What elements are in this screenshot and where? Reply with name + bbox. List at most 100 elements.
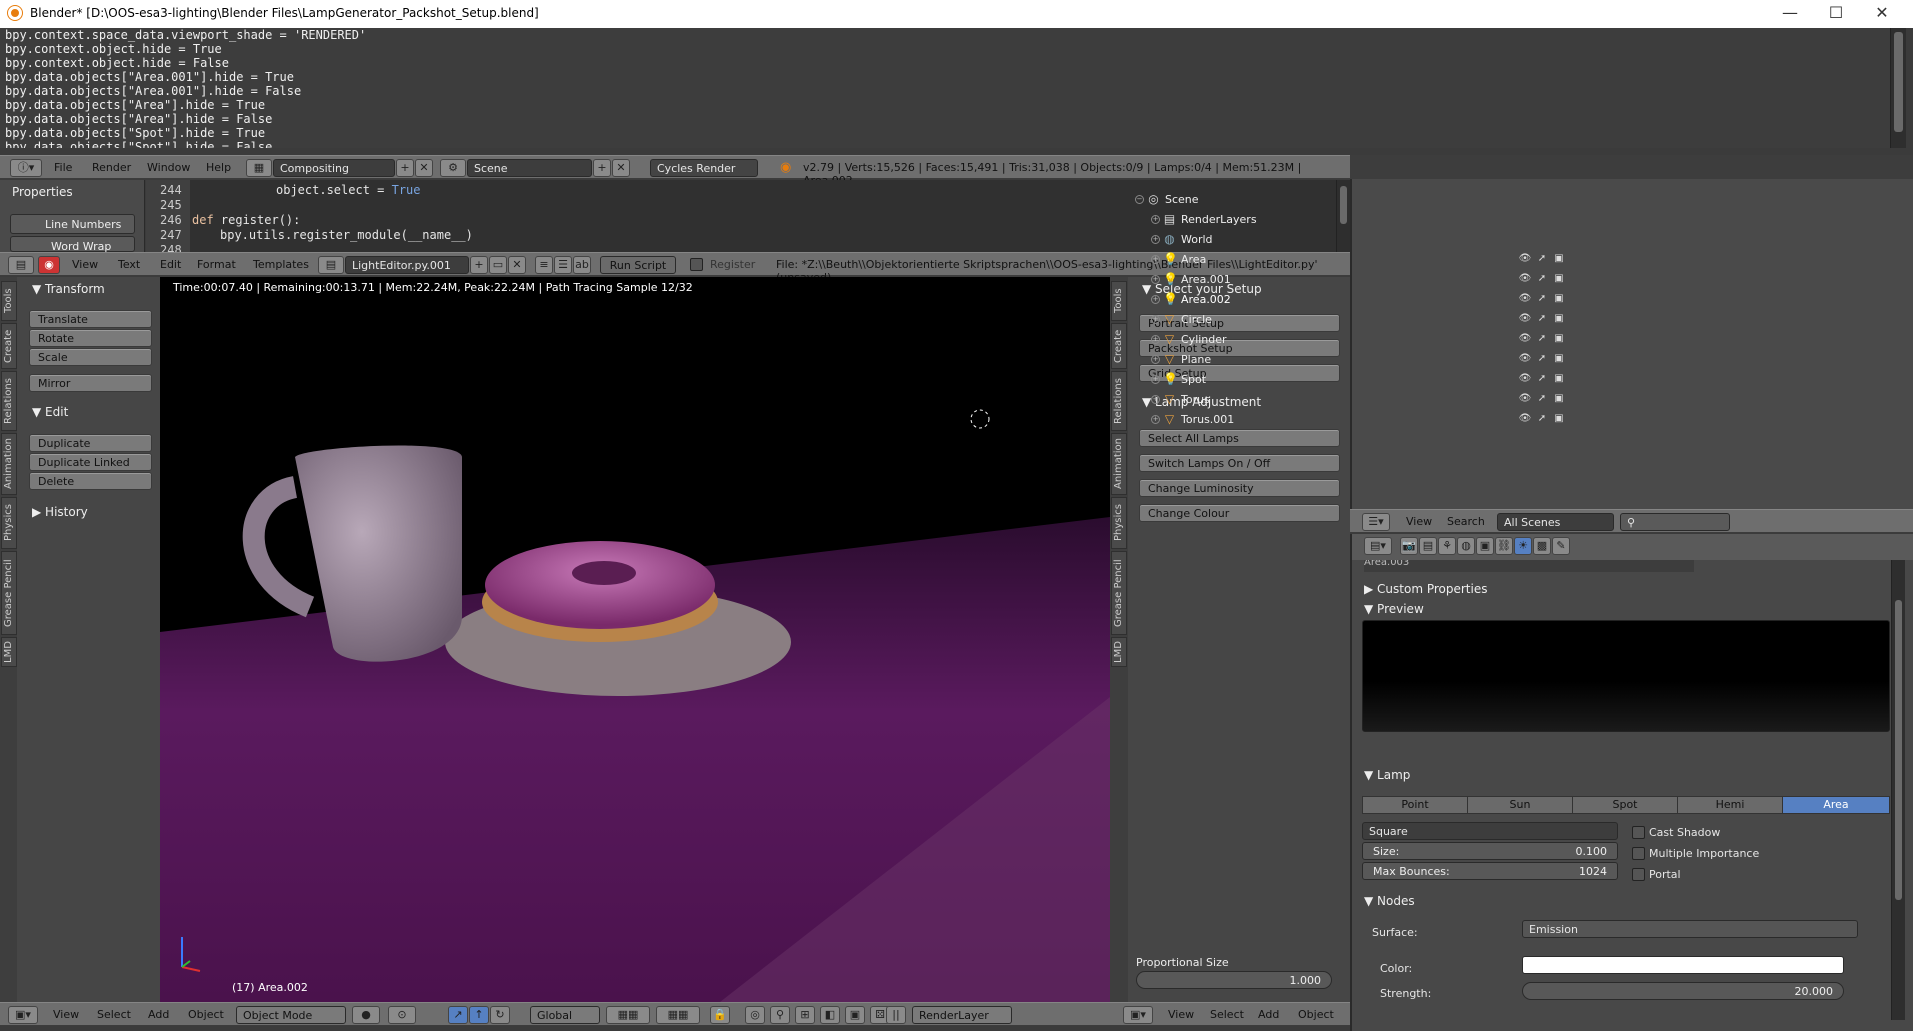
transform-panel-title[interactable]: ▼ Transform <box>32 282 105 296</box>
scale-button[interactable]: Scale <box>29 348 152 366</box>
tab-physics[interactable]: Physics <box>1 497 17 549</box>
outliner-item-area-002[interactable]: + 💡 Area.002 👁 ➚ ▣ <box>1135 290 1913 310</box>
texture-tab-icon[interactable]: ▩ <box>1533 537 1551 555</box>
menu-object[interactable]: Object <box>188 1008 224 1021</box>
scene-tab-icon[interactable]: ⚘ <box>1438 537 1456 555</box>
change-luminosity-button[interactable]: Change Luminosity <box>1139 479 1340 497</box>
mirror-button[interactable]: Mirror <box>29 374 152 392</box>
switch-lamps-button[interactable]: Switch Lamps On / Off <box>1139 454 1340 472</box>
menu-window[interactable]: Window <box>147 161 190 174</box>
menu-format[interactable]: Format <box>197 258 236 271</box>
cursor-icon[interactable]: ➚ <box>1535 413 1549 427</box>
line-numbers-toggle[interactable]: Line Numbers <box>10 214 135 234</box>
expand-icon[interactable]: + <box>1151 275 1160 284</box>
expand-icon[interactable]: + <box>1151 355 1160 364</box>
menu-view[interactable]: View <box>72 258 98 271</box>
delete-button[interactable]: Delete <box>29 472 152 490</box>
cursor-icon[interactable]: ➚ <box>1535 333 1549 347</box>
preview-title[interactable]: ▼ Preview <box>1364 602 1424 616</box>
camera-icon[interactable]: ▣ <box>1552 393 1566 407</box>
area-shape-select[interactable]: Square <box>1362 822 1618 840</box>
layers-tab-icon[interactable]: ▤ <box>1419 537 1437 555</box>
search-input[interactable]: ⚲ <box>1620 513 1730 531</box>
tab-grease-pencil[interactable]: Grease Pencil <box>1 551 17 635</box>
eye-icon[interactable]: 👁 <box>1518 293 1532 307</box>
tab-lmd[interactable]: LMD <box>1111 637 1127 667</box>
lock-icon[interactable]: 🔒 <box>710 1006 730 1024</box>
expand-icon[interactable]: + <box>1151 415 1160 424</box>
text-filename-field[interactable]: LightEditor.py.001 <box>345 256 469 274</box>
manipulator-icon[interactable]: ↗ <box>448 1006 468 1024</box>
menu-view[interactable]: View <box>1406 515 1432 528</box>
menu-edit[interactable]: Edit <box>160 258 181 271</box>
menu-select[interactable]: Select <box>97 1008 131 1021</box>
tab-relations[interactable]: Relations <box>1111 371 1127 431</box>
nodes-panel-title[interactable]: ▼ Nodes <box>1364 894 1415 908</box>
expand-icon[interactable]: + <box>1151 375 1160 384</box>
expand-icon[interactable]: + <box>1151 215 1160 224</box>
menu-select[interactable]: Select <box>1210 1008 1244 1021</box>
3d-cursor[interactable] <box>970 409 990 429</box>
render-engine-select[interactable]: Cycles Render <box>650 159 758 177</box>
expand-icon[interactable]: + <box>1151 335 1160 344</box>
cursor-icon[interactable]: ➚ <box>1535 253 1549 267</box>
tab-animation[interactable]: Animation <box>1111 433 1127 495</box>
change-colour-button[interactable]: Change Colour <box>1139 504 1340 522</box>
surface-shader-select[interactable]: Emission <box>1522 920 1858 938</box>
lamp-type-area[interactable]: Area <box>1782 796 1890 814</box>
add-text-icon[interactable]: + <box>470 256 488 274</box>
camera-icon[interactable]: ▣ <box>1552 373 1566 387</box>
lamp-panel-title[interactable]: ▼ Lamp <box>1364 768 1410 782</box>
editor-type-icon[interactable]: ▣▾ <box>1123 1006 1153 1024</box>
register-checkbox[interactable] <box>690 258 703 271</box>
maximize-button[interactable]: ☐ <box>1816 2 1856 26</box>
eye-icon[interactable]: 👁 <box>1518 313 1532 327</box>
tab-physics[interactable]: Physics <box>1111 497 1127 549</box>
layout-icon[interactable]: ▦ <box>246 159 272 177</box>
menu-search[interactable]: Search <box>1447 515 1485 528</box>
camera-icon[interactable]: ▣ <box>845 1006 865 1024</box>
screen-layout-field[interactable]: Compositing <box>273 159 395 177</box>
properties-scrollbar[interactable] <box>1891 560 1905 1020</box>
constraints-tab-icon[interactable]: ⛓ <box>1495 537 1513 555</box>
eye-icon[interactable]: 👁 <box>1518 273 1532 287</box>
eye-icon[interactable]: 👁 <box>1518 333 1532 347</box>
cursor-icon[interactable]: ➚ <box>1535 373 1549 387</box>
line-numbers-icon[interactable]: ≡ <box>535 256 553 274</box>
tab-relations[interactable]: Relations <box>1 371 17 431</box>
remove-scene-icon[interactable]: ✕ <box>612 159 630 177</box>
syntax-icon[interactable]: ab <box>573 256 591 274</box>
camera-icon[interactable]: ▣ <box>1552 293 1566 307</box>
outliner-item-cylinder[interactable]: + ▽ Cylinder 👁 ➚ ▣ <box>1135 330 1913 350</box>
cast-shadow-checkbox[interactable] <box>1632 826 1645 839</box>
editor-type-icon[interactable]: ⓘ▾ <box>10 159 42 177</box>
menu-text[interactable]: Text <box>118 258 140 271</box>
layers-icon[interactable]: ▦▦ <box>606 1006 650 1024</box>
object-tab-icon[interactable]: ▣ <box>1476 537 1494 555</box>
tab-create[interactable]: Create <box>1111 323 1127 369</box>
outliner-item-world[interactable]: + ◍ World <box>1135 230 1913 250</box>
portal-checkbox[interactable] <box>1632 868 1645 881</box>
cursor-icon[interactable]: ➚ <box>1535 273 1549 287</box>
outliner-item-scene[interactable]: − ◎ Scene <box>1135 190 1913 210</box>
strength-field[interactable]: 20.000 <box>1522 982 1844 1000</box>
cursor-icon[interactable]: ➚ <box>1535 293 1549 307</box>
physics-tab-icon[interactable]: ✎ <box>1552 537 1570 555</box>
snap-icon[interactable]: ⚲ <box>770 1006 790 1024</box>
menu-add[interactable]: Add <box>148 1008 169 1021</box>
expand-icon[interactable]: − <box>1135 195 1144 204</box>
camera-icon[interactable]: ▣ <box>1552 333 1566 347</box>
rotate-button[interactable]: Rotate <box>29 329 152 347</box>
remove-layout-icon[interactable]: ✕ <box>415 159 433 177</box>
add-scene-icon[interactable]: + <box>593 159 611 177</box>
lamp-type-point[interactable]: Point <box>1362 796 1468 814</box>
translate-button[interactable]: Translate <box>29 310 152 328</box>
cursor-icon[interactable]: ➚ <box>1535 353 1549 367</box>
camera-icon[interactable]: ▣ <box>1552 273 1566 287</box>
camera-icon[interactable]: ▣ <box>1552 353 1566 367</box>
outliner-item-area[interactable]: + 💡 Area 👁 ➚ ▣ <box>1135 250 1913 270</box>
multiple-importance-checkbox[interactable] <box>1632 847 1645 860</box>
open-text-icon[interactable]: ▭ <box>489 256 507 274</box>
data-tab-icon[interactable]: ☀ <box>1514 537 1532 555</box>
outliner-item-circle[interactable]: + ▽ Circle 👁 ➚ ▣ <box>1135 310 1913 330</box>
